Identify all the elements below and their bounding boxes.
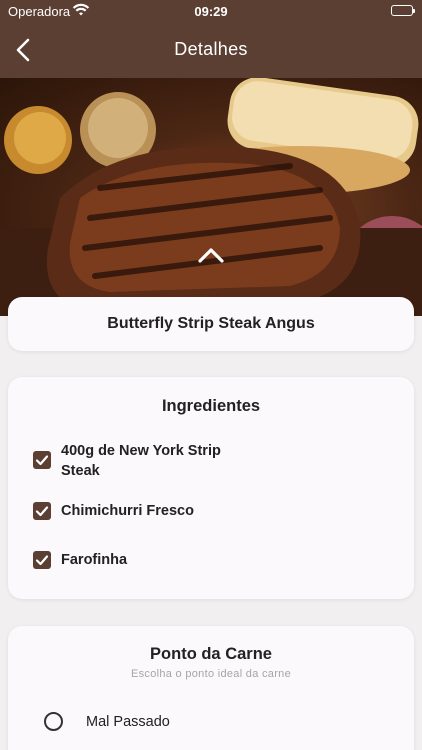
ingredient-label: 400g de New York Strip bbox=[61, 443, 221, 459]
chevron-up-icon[interactable] bbox=[197, 246, 225, 264]
dish-name: Butterfly Strip Steak Angus bbox=[107, 315, 315, 332]
doneness-card: Ponto da Carne Escolha o ponto ideal da … bbox=[8, 626, 414, 750]
steak-illustration bbox=[0, 78, 422, 316]
doneness-heading: Ponto da Carne bbox=[150, 645, 272, 663]
checkbox-checked[interactable] bbox=[33, 502, 51, 520]
check-icon bbox=[35, 455, 49, 466]
ingredients-card: Ingredientes 400g de New York Strip Stea… bbox=[8, 377, 414, 599]
check-icon bbox=[35, 506, 49, 517]
ingredient-label: Farofinha bbox=[61, 552, 128, 568]
checkbox-checked[interactable] bbox=[33, 551, 51, 569]
clock: 09:29 bbox=[194, 4, 228, 19]
battery-icon bbox=[391, 5, 415, 16]
check-icon bbox=[35, 555, 49, 566]
ingredient-label: Chimichurri Fresco bbox=[61, 503, 194, 519]
dish-photo bbox=[0, 78, 422, 316]
status-bar: Operadora 09:29 bbox=[0, 0, 422, 22]
page-title: Detalhes bbox=[174, 39, 248, 59]
radio-label: Mal Passado bbox=[86, 714, 170, 730]
checkbox-checked[interactable] bbox=[33, 451, 51, 469]
radio-option-mal-passado[interactable]: Mal Passado bbox=[44, 712, 244, 732]
nav-bar: Detalhes bbox=[0, 22, 422, 78]
dish-title-card: Butterfly Strip Steak Angus bbox=[8, 297, 414, 351]
ingredient-label: Steak bbox=[61, 463, 100, 479]
ingredients-heading: Ingredientes bbox=[161, 397, 261, 415]
radio-unselected[interactable] bbox=[44, 712, 63, 731]
doneness-subtitle: Escolha o ponto ideal da carne bbox=[130, 668, 292, 680]
